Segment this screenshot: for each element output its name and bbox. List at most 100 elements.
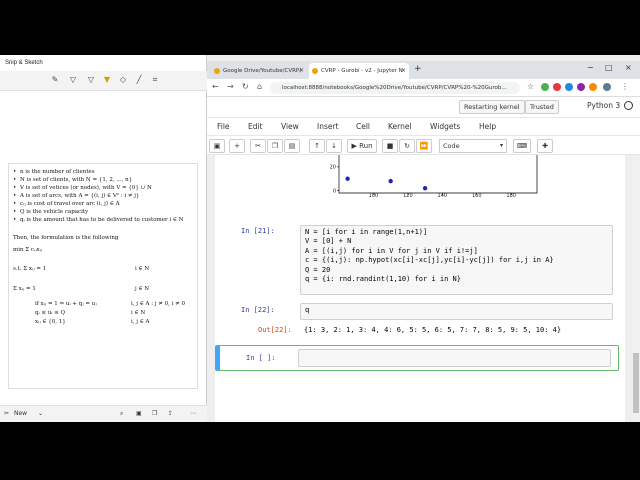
bookmark-star-icon[interactable]: ☆: [527, 82, 534, 91]
save-icon[interactable]: ▣: [136, 410, 142, 417]
home-icon[interactable]: ⌂: [257, 82, 262, 91]
extension-icon[interactable]: [565, 83, 573, 91]
eraser-icon[interactable]: ◇: [118, 75, 128, 85]
code-cell-22[interactable]: q: [300, 303, 613, 320]
more-icon[interactable]: ⋯: [190, 410, 196, 417]
jupyter-header: Restarting kernel Trusted Python 3: [207, 97, 640, 117]
url-field[interactable]: localhost:8888/notebooks/Google%20Drive/…: [270, 82, 520, 94]
save-icon[interactable]: ▣: [209, 139, 225, 153]
plot-frame: [338, 155, 538, 194]
menu-kernel[interactable]: Kernel: [388, 122, 412, 131]
extension-icon[interactable]: [589, 83, 597, 91]
keyboard-icon[interactable]: ⌨: [513, 139, 531, 153]
y-tick-label: 0: [333, 188, 336, 194]
copy-icon[interactable]: ❐: [267, 139, 283, 153]
restart-icon[interactable]: ↻: [399, 139, 415, 153]
desktop: Snip & Sketch ✎ ▽ ▽ ▼ ◇ ╱ ⌗ n is the num…: [0, 55, 640, 422]
insert-cell-icon[interactable]: +: [229, 139, 245, 153]
trusted-button[interactable]: Trusted: [525, 100, 559, 114]
move-down-icon[interactable]: ↓: [326, 139, 342, 153]
equation-left: qᵢ ≤ uᵢ ≤ Q: [35, 310, 65, 316]
cell-type-select[interactable]: Code ▾: [439, 139, 507, 153]
paste-icon[interactable]: ▤: [284, 139, 300, 153]
definition-item: Q is the vehicle capacity: [13, 208, 184, 216]
snip-bottom-bar: ✂ New ⌄ ⌕ ▣ ❐ ⇪ ⋯: [0, 405, 207, 422]
tab-label: Google Drive/Youtube/CVRP/: [223, 68, 302, 74]
extension-icon[interactable]: [577, 83, 585, 91]
close-tab-icon[interactable]: ×: [401, 63, 406, 79]
snip-sketch-window: Snip & Sketch ✎ ▽ ▽ ▼ ◇ ╱ ⌗ n is the num…: [0, 55, 207, 422]
move-up-icon[interactable]: ↑: [309, 139, 325, 153]
constraint-row: qᵢ ≤ uᵢ ≤ Q i ∈ N: [35, 309, 145, 317]
chevron-down-icon[interactable]: ⌄: [38, 410, 43, 417]
wrench-icon[interactable]: ✚: [537, 139, 553, 153]
kernel-name[interactable]: Python 3: [587, 101, 620, 110]
equation-cond: i ∈ N: [135, 266, 150, 272]
run-button[interactable]: ▶ Run: [347, 139, 377, 153]
browser-window: Google Drive/Youtube/CVRP/ × CVRP - Guro…: [207, 55, 640, 422]
x-tick-label: 120: [403, 193, 413, 197]
interrupt-icon[interactable]: ■: [382, 139, 398, 153]
equation-cond: j ∈ N: [135, 286, 150, 292]
menu-insert[interactable]: Insert: [317, 122, 339, 131]
cell-output: {1: 3, 2: 1, 3: 4, 4: 6, 5: 5, 6: 5, 7: …: [304, 326, 562, 334]
kernel-status-indicator: Restarting kernel: [459, 100, 525, 114]
run-label: Run: [359, 142, 373, 150]
equation-cond: i ∈ N: [131, 310, 146, 316]
highlighter-icon[interactable]: ▼: [102, 75, 112, 85]
new-snip-button[interactable]: New: [14, 410, 27, 417]
snip-title: Snip & Sketch: [5, 60, 43, 66]
extension-icon[interactable]: [541, 83, 549, 91]
equation-left: s.t. Σ xᵢⱼ = 1: [13, 266, 47, 272]
menu-help[interactable]: Help: [479, 122, 496, 131]
menu-view[interactable]: View: [281, 122, 299, 131]
new-tab-icon[interactable]: +: [414, 64, 422, 74]
scatter-point: [345, 176, 350, 181]
touch-writing-icon[interactable]: ✎: [50, 75, 60, 85]
extension-icon[interactable]: [553, 83, 561, 91]
tab-label: CVRP - Gurobi - v2 - Jupyter N: [321, 68, 403, 74]
profile-avatar-icon[interactable]: [603, 83, 611, 91]
menu-edit[interactable]: Edit: [248, 122, 263, 131]
new-snip-icon[interactable]: ✂: [4, 410, 9, 417]
close-tab-icon[interactable]: ×: [299, 63, 304, 79]
menu-bar: File Edit View Insert Cell Kernel Widget…: [207, 117, 640, 135]
cut-icon[interactable]: ✂: [250, 139, 266, 153]
back-icon[interactable]: ←: [212, 82, 219, 91]
y-tick-label: 20: [330, 165, 336, 171]
notebook-scroll-area[interactable]: 100 120 140 160 180 20 0 In [21]: N = [i for i…: [207, 155, 632, 422]
forward-icon[interactable]: →: [227, 82, 234, 91]
definition-item: A is set of arcs, with A = {(i, j) ∈ V² …: [13, 192, 184, 200]
zoom-icon[interactable]: ⌕: [120, 410, 123, 418]
menu-file[interactable]: File: [217, 122, 230, 131]
copy-icon[interactable]: ❐: [152, 410, 157, 417]
reload-icon[interactable]: ↻: [242, 82, 249, 91]
equation-left: min Σ cᵢⱼxᵢⱼ: [13, 247, 43, 253]
definition-item: qᵢ is the amount that has to be delivere…: [13, 216, 184, 224]
taskbar: [0, 422, 640, 428]
empty-code-input[interactable]: [298, 349, 611, 367]
scrollbar[interactable]: [632, 155, 640, 422]
constraint-row: s.t. Σ xᵢⱼ = 1 i ∈ N: [13, 265, 149, 273]
close-window-icon[interactable]: ×: [625, 63, 632, 72]
menu-dots-icon[interactable]: ⋮: [621, 82, 629, 91]
selected-cell[interactable]: In [ ]:: [215, 345, 619, 371]
pencil-icon[interactable]: ▽: [86, 75, 96, 85]
tab-jupyter[interactable]: CVRP - Gurobi - v2 - Jupyter N ×: [309, 63, 409, 79]
equation-cond: i, j ∈ A: [131, 319, 150, 325]
chevron-down-icon: ▾: [499, 142, 503, 149]
scrollbar-thumb[interactable]: [633, 353, 639, 413]
kernel-busy-icon: [624, 101, 633, 110]
tab-bar: Google Drive/Youtube/CVRP/ × CVRP - Guro…: [207, 61, 640, 79]
ballpoint-pen-icon[interactable]: ▽: [68, 75, 78, 85]
restart-run-all-icon[interactable]: ⏩: [416, 139, 432, 153]
crop-icon[interactable]: ⌗: [150, 75, 160, 85]
code-cell-21[interactable]: N = [i for i in range(1,n+1)] V = [0] + …: [300, 225, 613, 295]
maximize-icon[interactable]: □: [605, 63, 613, 72]
ruler-icon[interactable]: ╱: [134, 75, 144, 85]
menu-widgets[interactable]: Widgets: [430, 122, 460, 131]
tab-google-drive[interactable]: Google Drive/Youtube/CVRP/ ×: [211, 63, 307, 79]
share-icon[interactable]: ⇪: [168, 410, 173, 417]
minimize-icon[interactable]: −: [587, 63, 594, 72]
menu-cell[interactable]: Cell: [356, 122, 370, 131]
